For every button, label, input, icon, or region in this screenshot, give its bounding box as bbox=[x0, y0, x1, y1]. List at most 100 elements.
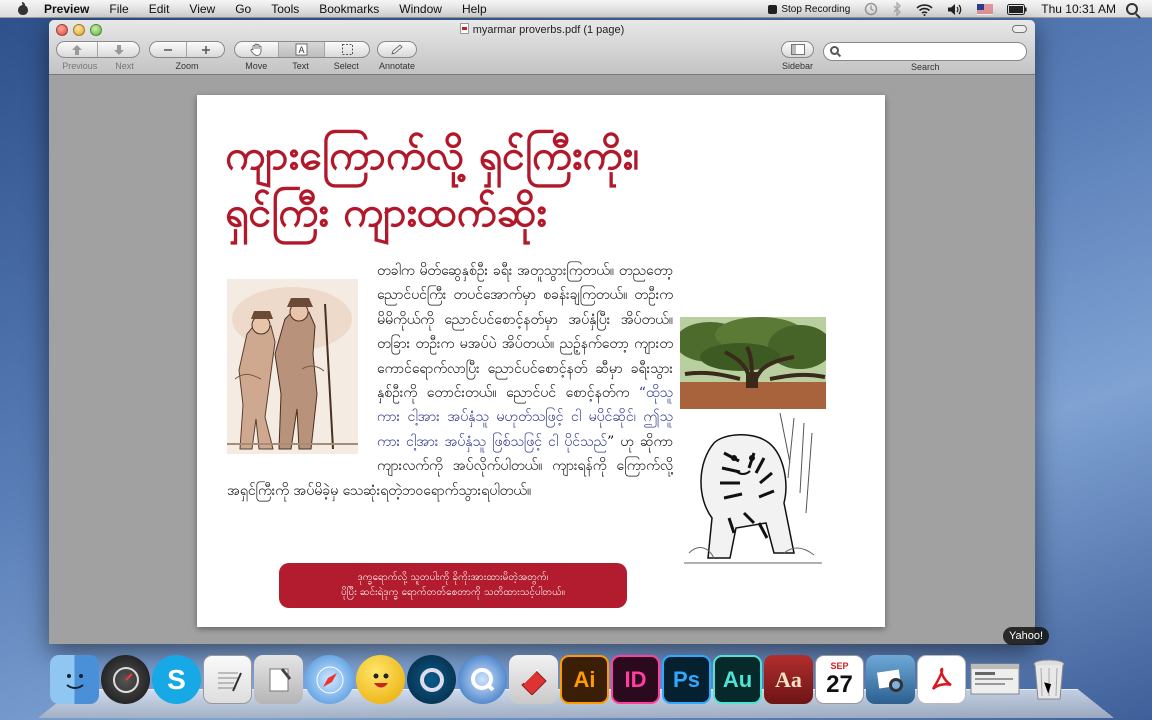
annotate-button[interactable] bbox=[377, 41, 417, 58]
dock-tooltip: Yahoo! bbox=[1003, 627, 1050, 645]
volume-icon[interactable] bbox=[947, 3, 963, 16]
timemachine-icon[interactable] bbox=[864, 2, 878, 16]
menubar-clock[interactable]: Thu 10:31 AM bbox=[1041, 2, 1116, 16]
bluetooth-icon[interactable] bbox=[892, 2, 902, 16]
next-label: Next bbox=[115, 61, 134, 71]
sidebar-button[interactable] bbox=[781, 41, 814, 58]
menu-edit[interactable]: Edit bbox=[139, 0, 180, 18]
tiger-illustration bbox=[684, 413, 822, 571]
marquee-icon bbox=[341, 44, 353, 55]
script-editor-icon[interactable] bbox=[254, 655, 303, 704]
menu-window[interactable]: Window bbox=[389, 0, 452, 18]
page-headline: ကျားကြောက်လို့ ရှင်ကြီးကိုး၊ ရှင်ကြီး ကျ… bbox=[225, 127, 745, 241]
tool-mode-segmented-control: A bbox=[234, 41, 370, 58]
acrobat-icon[interactable] bbox=[917, 655, 966, 704]
zoom-label: Zoom bbox=[175, 61, 199, 71]
select-label: Select bbox=[333, 61, 359, 71]
indesign-icon[interactable]: ID bbox=[611, 655, 660, 704]
dashboard-icon[interactable] bbox=[101, 655, 150, 704]
callout-line-1: ဒုက္ခရောက်လို့ သူတပါးကို ခိုကိုးအားထားမိ… bbox=[357, 572, 549, 583]
sidebar-label: Sidebar bbox=[781, 61, 814, 71]
flag-us-icon[interactable] bbox=[977, 3, 994, 15]
cinema4d-icon[interactable] bbox=[407, 655, 456, 704]
audition-icon[interactable]: Au bbox=[713, 655, 762, 704]
photoshop-icon[interactable]: Ps bbox=[662, 655, 711, 704]
annotate-label: Annotate bbox=[378, 61, 416, 71]
move-label: Move bbox=[245, 61, 268, 71]
illustrator-icon[interactable]: Ai bbox=[560, 655, 609, 704]
status-area: Stop Recording Thu 10:31 AM bbox=[761, 0, 1152, 18]
menu-file[interactable]: File bbox=[99, 0, 138, 18]
moral-callout: ဒုက္ခရောက်လို့ သူတပါးကို ခိုကိုးအားထားမိ… bbox=[279, 563, 627, 608]
sidebar-group: Sidebar bbox=[781, 41, 814, 71]
pencil-icon bbox=[391, 43, 403, 55]
annotate-pencil bbox=[378, 42, 416, 57]
textedit-icon[interactable] bbox=[203, 655, 252, 704]
arrow-up-icon bbox=[72, 44, 82, 55]
ical-icon[interactable]: SEP 27 bbox=[815, 655, 864, 704]
next-button[interactable] bbox=[98, 42, 139, 57]
select-tool-button[interactable] bbox=[325, 42, 369, 57]
search-label: Search bbox=[911, 62, 940, 72]
zoom-out-button[interactable] bbox=[150, 42, 187, 57]
hand-icon bbox=[250, 43, 262, 56]
stop-recording-label: Stop Recording bbox=[781, 3, 851, 15]
ical-month: SEP bbox=[830, 660, 849, 671]
menu-app-preview[interactable]: Preview bbox=[42, 0, 99, 18]
zoom-group: Zoom bbox=[149, 41, 225, 71]
svg-text:A: A bbox=[298, 45, 304, 55]
zoom-in-button[interactable] bbox=[187, 42, 224, 57]
plus-icon bbox=[201, 45, 210, 54]
iphoto-icon[interactable] bbox=[866, 655, 915, 704]
headline-line-1: ကျားကြောက်လို့ ရှင်ကြီးကိုး၊ bbox=[225, 131, 640, 179]
pdf-page[interactable]: ကျားကြောက်လို့ ရှင်ကြီးကိုး၊ ရှင်ကြီး ကျ… bbox=[197, 95, 885, 627]
sidebar-icon bbox=[790, 44, 805, 55]
previous-button[interactable] bbox=[57, 42, 98, 57]
menu-bar: Preview File Edit View Go Tools Bookmark… bbox=[0, 0, 1152, 18]
nav-group: Previous Next bbox=[56, 41, 140, 71]
dictionary-icon[interactable]: Aa bbox=[764, 655, 813, 704]
tool-mode-group: A Move Text Select bbox=[234, 41, 370, 71]
text-tool-button[interactable]: A bbox=[279, 42, 325, 57]
search-input[interactable] bbox=[823, 42, 1027, 61]
minus-icon bbox=[164, 48, 172, 51]
yahoo-messenger-icon[interactable] bbox=[356, 655, 405, 704]
sidebar-btn-inner bbox=[782, 42, 813, 57]
window-title: myarmar proverbs.pdf (1 page) bbox=[49, 23, 1035, 36]
text-label: Text bbox=[292, 61, 309, 71]
menu-bookmarks[interactable]: Bookmarks bbox=[309, 0, 389, 18]
menu-view[interactable]: View bbox=[179, 0, 225, 18]
quicktime-icon[interactable] bbox=[458, 655, 507, 704]
menu-tools[interactable]: Tools bbox=[261, 0, 309, 18]
previous-label: Previous bbox=[62, 61, 98, 71]
pdf-document-icon bbox=[459, 23, 469, 34]
safari-icon[interactable] bbox=[305, 655, 354, 704]
story-paragraph: တခါက မိတ်ဆွေနှစ်ဦး ခရီး အတူသွားကြတယ်။ တည… bbox=[377, 263, 673, 402]
finder-icon[interactable] bbox=[50, 655, 99, 704]
travellers-illustration bbox=[227, 279, 358, 454]
flashcard-icon[interactable] bbox=[509, 655, 558, 704]
zoom-segmented-control bbox=[149, 41, 225, 58]
wifi-icon[interactable] bbox=[916, 3, 933, 16]
move-tool-button[interactable] bbox=[235, 42, 279, 57]
toolbar-toggle-button[interactable] bbox=[1012, 25, 1027, 33]
stop-recording-button[interactable]: Stop Recording bbox=[768, 4, 850, 15]
battery-icon[interactable] bbox=[1007, 3, 1027, 15]
callout-line-2: ပိုပြီး ဆင်းရဲဒုက္ခ ရောက်တတ်စေတာကို သတိထ… bbox=[341, 587, 565, 598]
menu-help[interactable]: Help bbox=[452, 0, 497, 18]
dock: S Ai ID Ps Au Aa SEP 27 bbox=[50, 655, 1073, 707]
ical-day: 27 bbox=[826, 670, 853, 698]
search-icon bbox=[830, 46, 839, 55]
skype-icon[interactable]: S bbox=[152, 655, 201, 704]
spotlight-icon[interactable] bbox=[1126, 3, 1138, 15]
menu-go[interactable]: Go bbox=[225, 0, 261, 18]
text-cursor-icon: A bbox=[295, 43, 308, 56]
window-thumbnail-icon[interactable] bbox=[968, 655, 1022, 704]
arrow-down-icon bbox=[113, 44, 124, 55]
nav-segmented-control bbox=[56, 41, 140, 58]
annotate-group: Annotate bbox=[377, 41, 417, 71]
window-titlebar: myarmar proverbs.pdf (1 page) Previous N… bbox=[49, 20, 1035, 75]
apple-menu-icon[interactable] bbox=[16, 1, 30, 16]
headline-line-2: ရှင်ကြီး ကျားထက်ဆိုး bbox=[225, 188, 547, 236]
tree-photo bbox=[680, 317, 826, 409]
